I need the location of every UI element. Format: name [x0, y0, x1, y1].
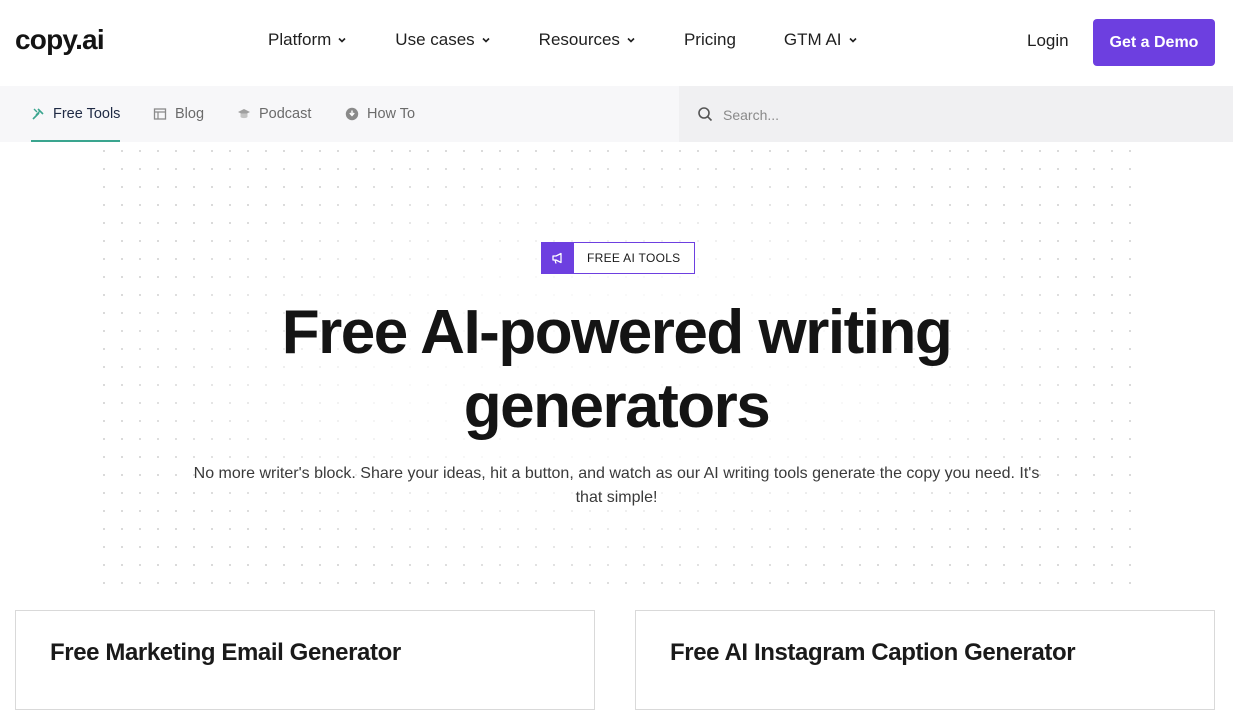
search-icon [698, 107, 713, 122]
tab-podcast[interactable]: Podcast [237, 86, 311, 142]
top-nav: copy.ai Platform Use cases Resources Pri… [0, 0, 1233, 86]
main-menu: Platform Use cases Resources Pricing GTM… [268, 30, 906, 50]
tab-label: How To [367, 106, 416, 122]
blog-icon [153, 108, 167, 120]
free-ai-tools-badge: FREE AI TOOLS [541, 242, 695, 274]
nav-item-label: Use cases [395, 30, 475, 49]
chevron-down-icon [482, 37, 490, 43]
nav-item-label: Platform [268, 30, 332, 49]
page-title: Free AI-powered writing generators [150, 296, 1083, 444]
nav-item-use-cases[interactable]: Use cases [395, 30, 490, 50]
chevron-down-icon [338, 37, 346, 43]
nav-item-label: GTM AI [783, 30, 842, 49]
nav-item-resources[interactable]: Resources [539, 30, 636, 50]
get-demo-button[interactable]: Get a Demo [1093, 19, 1215, 66]
card-title: Free AI Instagram Caption Generator [670, 639, 1076, 666]
sub-nav: Free Tools Blog Podcast How To [0, 86, 679, 142]
tool-card-instagram-caption[interactable]: Free AI Instagram Caption Generator [635, 610, 1215, 710]
tab-label: Podcast [259, 106, 312, 122]
badge-icon-box [542, 243, 574, 273]
card-title: Free Marketing Email Generator [50, 639, 401, 666]
nav-item-platform[interactable]: Platform [268, 30, 347, 50]
headline-line-1: Free AI-powered writing [281, 298, 953, 367]
nav-item-label: Pricing [683, 30, 736, 49]
login-link[interactable]: Login [1027, 31, 1069, 51]
nav-item-label: Resources [538, 30, 620, 49]
nav-item-pricing[interactable]: Pricing [684, 30, 736, 50]
tab-label: Free Tools [53, 106, 121, 122]
nav-item-gtm-ai[interactable]: GTM AI [784, 30, 858, 50]
hero-subtitle: No more writer's block. Share your ideas… [193, 465, 1040, 506]
headline-line-2: generators [463, 372, 771, 441]
tab-blog[interactable]: Blog [153, 86, 204, 142]
search-bar [679, 86, 1233, 142]
megaphone-icon [552, 252, 562, 264]
tab-free-tools[interactable]: Free Tools [31, 86, 121, 142]
chevron-down-icon [627, 37, 635, 43]
how-to-icon [345, 107, 359, 121]
chevron-down-icon [848, 37, 857, 43]
tool-card-marketing-email[interactable]: Free Marketing Email Generator [15, 610, 595, 710]
tools-icon [32, 108, 44, 120]
badge-label: FREE AI TOOLS [587, 251, 681, 265]
tab-how-to[interactable]: How To [345, 86, 415, 142]
podcast-icon [238, 109, 250, 119]
logo[interactable]: copy.ai [15, 24, 105, 56]
tab-label: Blog [175, 106, 205, 122]
search-input[interactable] [723, 102, 1203, 128]
